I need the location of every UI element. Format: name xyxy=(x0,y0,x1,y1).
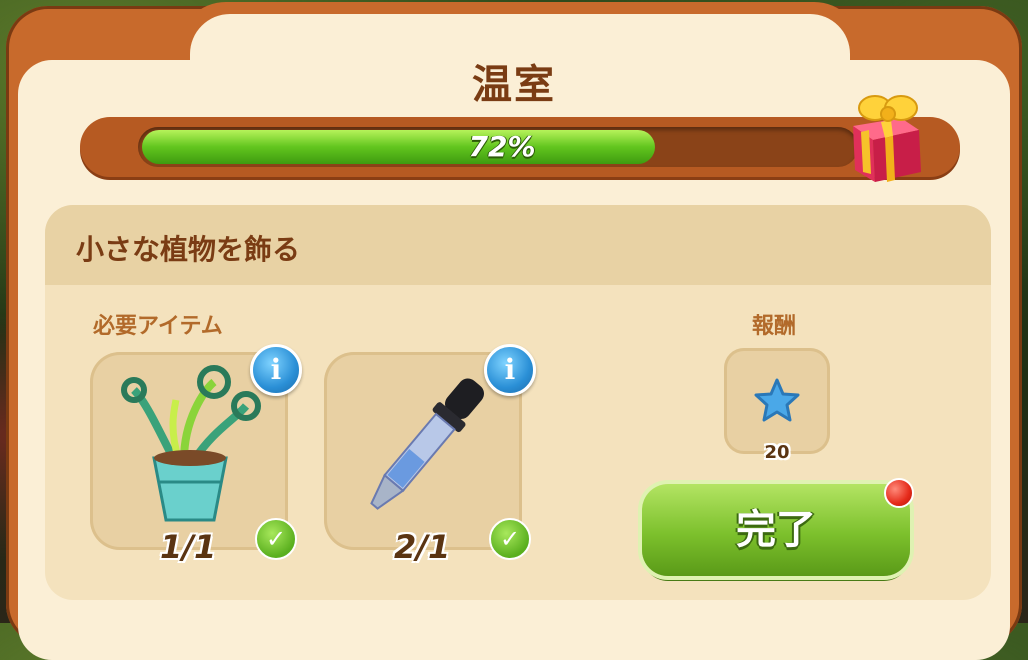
item-1-info-button[interactable]: i xyxy=(250,344,302,396)
reward-slot[interactable] xyxy=(724,348,830,454)
reward-amount: 20 xyxy=(764,442,790,463)
fern-in-pot-icon xyxy=(121,365,261,522)
item-1-check-icon: ✓ xyxy=(255,518,297,560)
item-2-count: 2/1 xyxy=(394,528,451,566)
progress-percent-label: 72% xyxy=(468,130,536,163)
notification-dot-icon xyxy=(884,478,914,508)
item-2-check-icon: ✓ xyxy=(489,518,531,560)
dropper-pipette-icon xyxy=(370,378,484,510)
gift-box-icon[interactable] xyxy=(845,86,929,186)
complete-button[interactable]: 完了 xyxy=(642,484,910,576)
item-1-count: 1/1 xyxy=(160,528,217,566)
task-title: 小さな植物を飾る xyxy=(76,233,301,266)
required-items-label: 必要アイテム xyxy=(93,314,223,339)
item-2-info-button[interactable]: i xyxy=(484,344,536,396)
reward-label: 報酬 xyxy=(752,314,797,339)
blue-star-icon xyxy=(754,378,800,422)
